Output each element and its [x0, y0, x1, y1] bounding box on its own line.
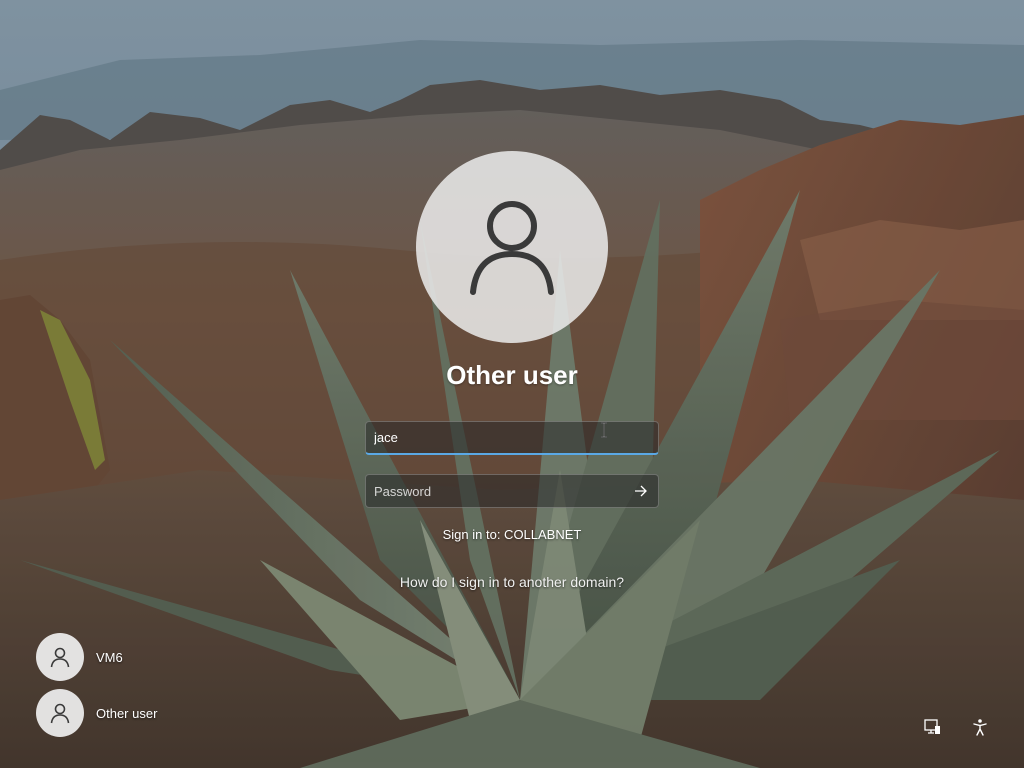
avatar — [36, 633, 84, 681]
submit-button[interactable] — [624, 475, 658, 507]
accessibility-icon — [973, 719, 987, 736]
network-button[interactable] — [917, 712, 947, 742]
user-switch-other-user[interactable]: Other user — [36, 689, 157, 737]
arrow-right-icon — [635, 485, 647, 497]
sign-in-domain-text: Sign in to: COLLABNET — [442, 527, 582, 542]
user-name-label: VM6 — [96, 649, 123, 665]
accessibility-button[interactable] — [965, 712, 995, 742]
network-icon — [924, 719, 940, 734]
username-field[interactable] — [365, 421, 659, 455]
lock-screen: Other user Sign in to: COLLABNET How do … — [0, 0, 1024, 768]
avatar — [36, 689, 84, 737]
text-cursor-icon — [601, 422, 607, 438]
user-icon — [50, 647, 70, 668]
username-input[interactable] — [366, 422, 658, 453]
user-switch-vm6[interactable]: VM6 — [36, 633, 123, 681]
user-icon — [50, 703, 70, 724]
user-name-label: Other user — [96, 705, 158, 721]
user-icon — [470, 201, 554, 295]
large-user-avatar — [416, 151, 608, 343]
account-title: Other user — [446, 360, 578, 390]
password-input[interactable] — [366, 475, 624, 507]
other-domain-link[interactable]: How do I sign in to another domain? — [312, 574, 712, 590]
password-field[interactable] — [365, 474, 659, 508]
